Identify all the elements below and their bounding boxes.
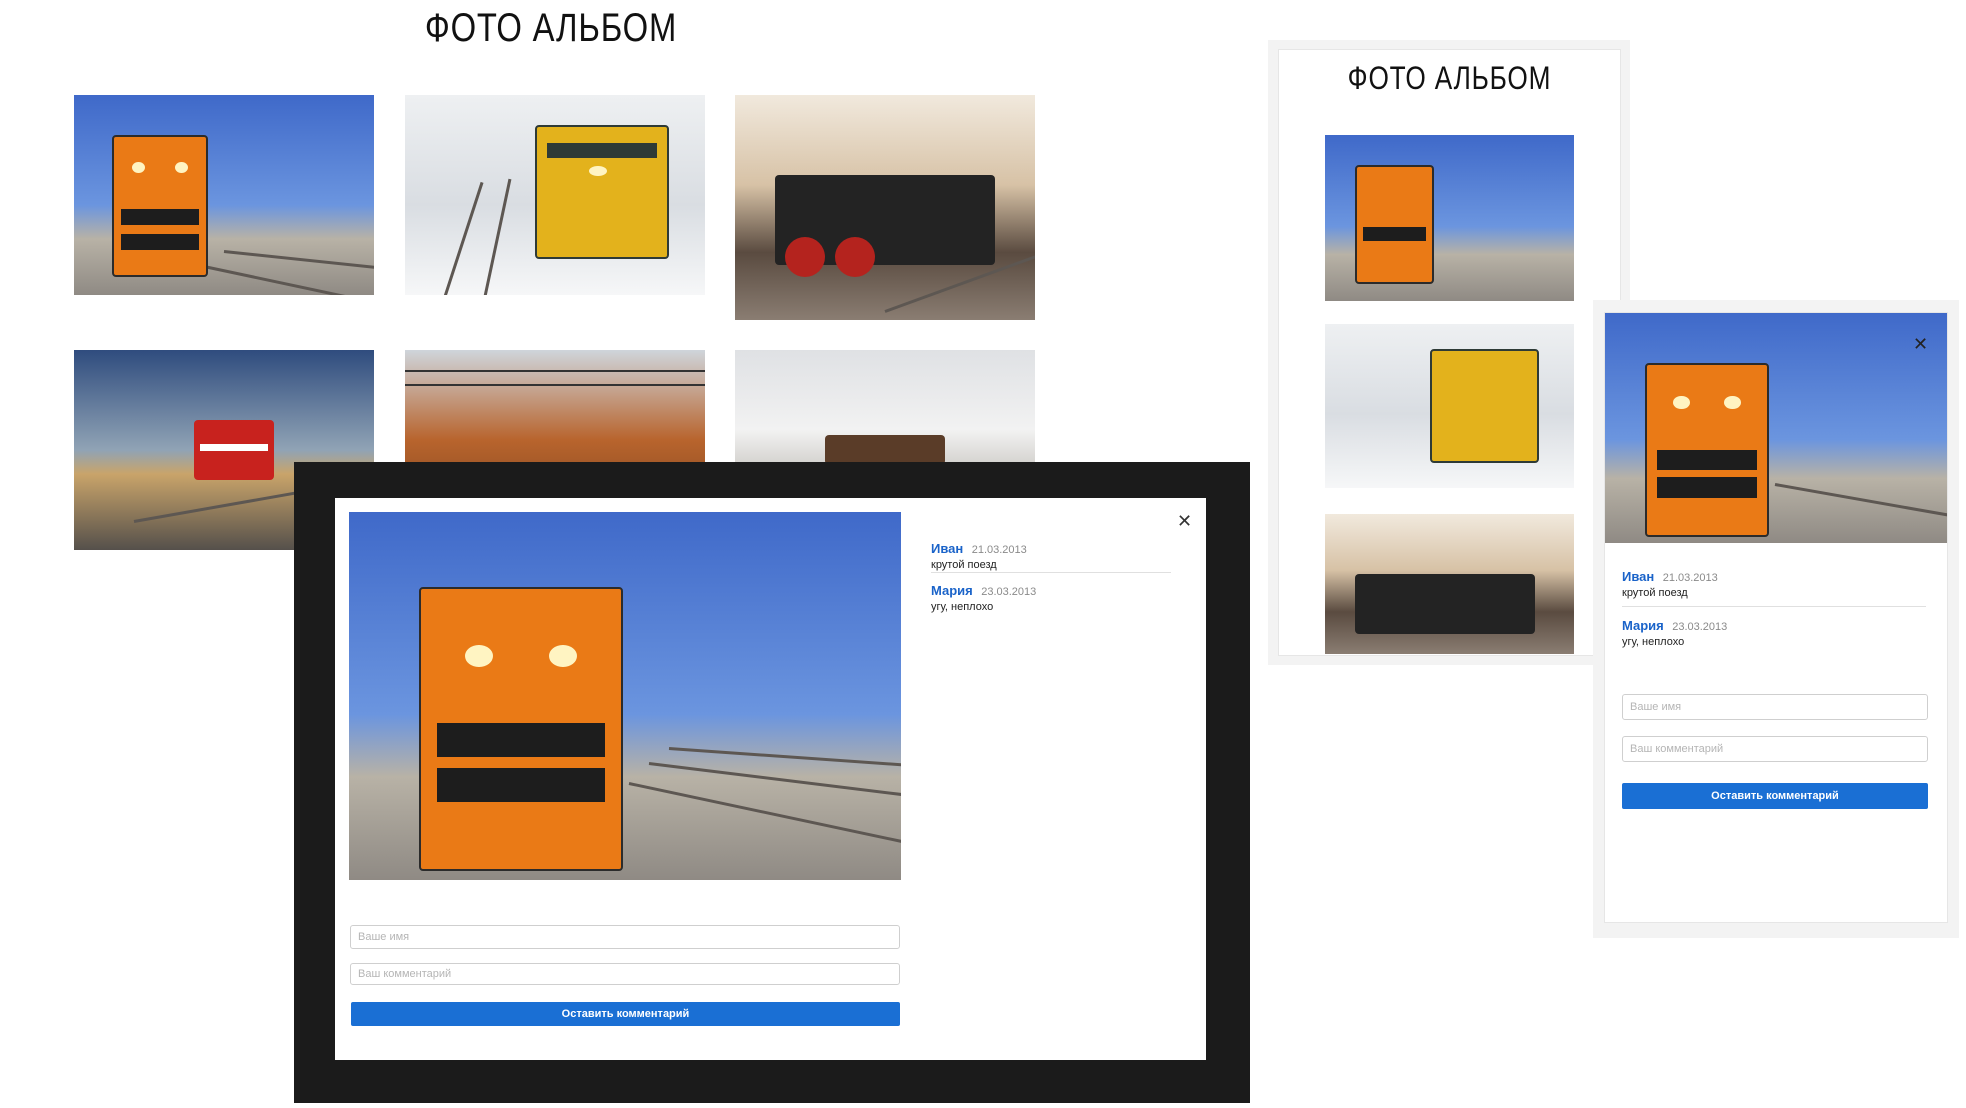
comment-item: Мария 23.03.2013 угу, неплохо bbox=[931, 582, 1171, 613]
mobile-photo-1[interactable] bbox=[1325, 135, 1574, 301]
comment-modal: ✕ Иван 21.03.2013 крутой поезд Мария 23.… bbox=[335, 498, 1206, 1060]
comment-divider bbox=[931, 572, 1171, 573]
album-photo-1[interactable] bbox=[74, 95, 374, 295]
comment-item: Мария 23.03.2013 угу, неплохо bbox=[1622, 617, 1922, 648]
comment-text: угу, неплохо bbox=[931, 601, 994, 613]
close-icon[interactable]: ✕ bbox=[1177, 512, 1192, 530]
close-icon[interactable]: ✕ bbox=[1913, 335, 1928, 353]
name-input[interactable] bbox=[350, 925, 900, 949]
modal-photo bbox=[349, 512, 901, 880]
comment-item: Иван 21.03.2013 крутой поезд bbox=[931, 540, 1171, 571]
album-title: ФОТО АЛЬБОМ bbox=[424, 6, 678, 50]
comment-input[interactable] bbox=[1622, 736, 1928, 762]
comment-date: 23.03.2013 bbox=[981, 586, 1037, 598]
album-photo-3[interactable] bbox=[735, 95, 1035, 320]
album-photo-2[interactable] bbox=[405, 95, 705, 295]
comment-date: 21.03.2013 bbox=[971, 544, 1027, 556]
mobile-photo-2[interactable] bbox=[1325, 324, 1574, 488]
mobile-album-panel: ФОТО АЛЬБОМ bbox=[1278, 49, 1621, 656]
submit-comment-button[interactable]: Оставить комментарий bbox=[1622, 783, 1928, 809]
comment-date: 23.03.2013 bbox=[1672, 621, 1728, 633]
comment-author: Иван bbox=[1622, 569, 1655, 584]
comment-text: крутой поезд bbox=[1622, 587, 1688, 599]
name-input[interactable] bbox=[1622, 694, 1928, 720]
comment-item: Иван 21.03.2013 крутой поезд bbox=[1622, 568, 1922, 599]
mobile-modal-photo bbox=[1605, 313, 1947, 543]
comment-text: крутой поезд bbox=[931, 559, 997, 571]
comment-author: Иван bbox=[931, 541, 964, 556]
mobile-photo-3[interactable] bbox=[1325, 514, 1574, 654]
mobile-album-title: ФОТО АЛЬБОМ bbox=[1347, 60, 1552, 96]
comment-input[interactable] bbox=[350, 963, 900, 985]
submit-comment-button[interactable]: Оставить комментарий bbox=[351, 1002, 900, 1026]
mobile-comment-modal: ✕ Иван 21.03.2013 крутой поезд Мария 23.… bbox=[1604, 312, 1948, 923]
comment-author: Мария bbox=[931, 583, 973, 598]
comment-divider bbox=[1622, 606, 1926, 607]
comment-text: угу, неплохо bbox=[1622, 636, 1685, 648]
comment-date: 21.03.2013 bbox=[1662, 572, 1718, 584]
comment-author: Мария bbox=[1622, 618, 1664, 633]
